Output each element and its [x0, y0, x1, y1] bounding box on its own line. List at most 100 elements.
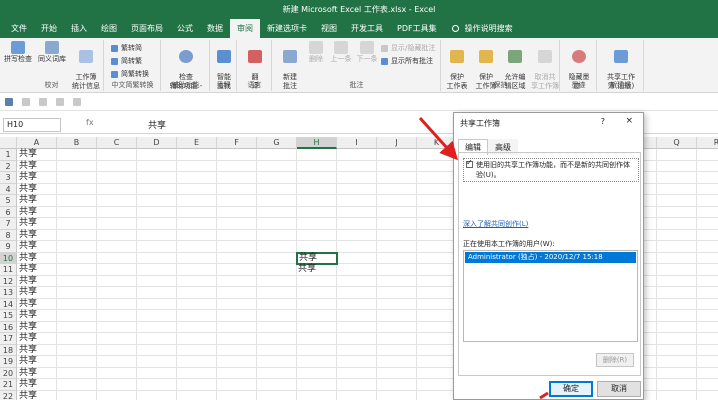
cell-a11[interactable]: 共享: [19, 264, 37, 275]
cell-a22[interactable]: 共享: [19, 391, 37, 400]
undo-icon[interactable]: [22, 97, 30, 106]
users-list[interactable]: Administrator (独占) - 2020/12/7 15:18: [463, 250, 638, 342]
tab-insert[interactable]: 插入: [64, 19, 94, 38]
row-header-11[interactable]: 11: [0, 264, 17, 276]
tab-formulas[interactable]: 公式: [170, 19, 200, 38]
convert-button[interactable]: 简繁转换: [111, 69, 149, 79]
column-header-q[interactable]: Q: [657, 137, 697, 149]
row-header-12[interactable]: 12: [0, 275, 17, 287]
ok-button[interactable]: 确定: [549, 381, 593, 397]
row-header-18[interactable]: 18: [0, 344, 17, 356]
cell-h11[interactable]: 共享: [298, 264, 316, 275]
row-header-20[interactable]: 20: [0, 367, 17, 379]
cell-a16[interactable]: 共享: [19, 322, 37, 333]
row-header-2[interactable]: 2: [0, 160, 17, 172]
tab-file[interactable]: 文件: [4, 19, 34, 38]
dialog-help-button[interactable]: ?: [601, 117, 605, 126]
row-header-14[interactable]: 14: [0, 298, 17, 310]
show-hide-comment-button[interactable]: 显示/隐藏批注: [381, 43, 435, 53]
cell-a9[interactable]: 共享: [19, 241, 37, 252]
remove-user-button[interactable]: 删除(R): [596, 353, 634, 367]
cell-a7[interactable]: 共享: [19, 218, 37, 229]
row-header-8[interactable]: 8: [0, 229, 17, 241]
cell-a8[interactable]: 共享: [19, 230, 37, 241]
insert-function-icon[interactable]: fx: [86, 118, 94, 127]
column-header-r[interactable]: R: [697, 137, 718, 149]
thesaurus-button[interactable]: 同义词库: [36, 41, 68, 64]
row-header-3[interactable]: 3: [0, 172, 17, 184]
tab-page-layout[interactable]: 页面布局: [124, 19, 170, 38]
tab-new-tab[interactable]: 新建选项卡: [260, 19, 314, 38]
cell-a17[interactable]: 共享: [19, 333, 37, 344]
row-header-10[interactable]: 10: [0, 252, 17, 264]
tab-home[interactable]: 开始: [34, 19, 64, 38]
row-header-22[interactable]: 22: [0, 390, 17, 400]
tab-view[interactable]: 视图: [314, 19, 344, 38]
cell-a18[interactable]: 共享: [19, 345, 37, 356]
save-icon[interactable]: [5, 97, 13, 106]
formula-input[interactable]: 共享: [148, 118, 166, 131]
active-cell-h10[interactable]: 共享: [296, 251, 338, 265]
row-header-16[interactable]: 16: [0, 321, 17, 333]
row-header-17[interactable]: 17: [0, 333, 17, 345]
cell-a10[interactable]: 共享: [19, 253, 37, 264]
dialog-close-button[interactable]: ×: [625, 116, 633, 126]
cell-a4[interactable]: 共享: [19, 184, 37, 195]
column-header-i[interactable]: I: [337, 137, 377, 149]
cell-a1[interactable]: 共享: [19, 149, 37, 160]
column-header-b[interactable]: B: [57, 137, 97, 149]
tab-review[interactable]: 审阅: [230, 19, 260, 38]
row-header-1[interactable]: 1: [0, 149, 17, 161]
column-header-f[interactable]: F: [217, 137, 257, 149]
tell-me-search[interactable]: 操作说明搜索: [451, 23, 513, 34]
column-header-d[interactable]: D: [137, 137, 177, 149]
cancel-button[interactable]: 取消: [597, 381, 641, 397]
name-box[interactable]: H10: [3, 118, 61, 132]
cell-a2[interactable]: 共享: [19, 161, 37, 172]
user-list-item[interactable]: Administrator (独占) - 2020/12/7 15:18: [465, 252, 636, 263]
cell-a5[interactable]: 共享: [19, 195, 37, 206]
row-header-19[interactable]: 19: [0, 356, 17, 368]
to-traditional-button[interactable]: 简转繁: [111, 56, 142, 66]
row-header-7[interactable]: 7: [0, 218, 17, 230]
column-header-c[interactable]: C: [97, 137, 137, 149]
customize-qat-icon[interactable]: [73, 97, 81, 106]
to-simplified-button[interactable]: 繁转简: [111, 43, 142, 53]
previous-comment-button[interactable]: 上一条: [329, 41, 353, 64]
delete-comment-button[interactable]: 删除: [306, 41, 326, 64]
cell-a15[interactable]: 共享: [19, 310, 37, 321]
cell-a19[interactable]: 共享: [19, 356, 37, 367]
redo-icon[interactable]: [39, 97, 47, 106]
cell-a13[interactable]: 共享: [19, 287, 37, 298]
column-header-a[interactable]: A: [17, 137, 57, 149]
tab-draw[interactable]: 绘图: [94, 19, 124, 38]
column-header-e[interactable]: E: [177, 137, 217, 149]
select-all-corner[interactable]: [0, 137, 17, 149]
cell-a12[interactable]: 共享: [19, 276, 37, 287]
row-header-4[interactable]: 4: [0, 183, 17, 195]
spelling-button[interactable]: 拼写检查: [2, 41, 34, 64]
row-header-9[interactable]: 9: [0, 241, 17, 253]
cell-a20[interactable]: 共享: [19, 368, 37, 379]
row-header-6[interactable]: 6: [0, 206, 17, 218]
next-comment-button[interactable]: 下一条: [355, 41, 379, 64]
row-header-5[interactable]: 5: [0, 195, 17, 207]
cell-a3[interactable]: 共享: [19, 172, 37, 183]
tab-pdf-tools[interactable]: PDF工具集: [390, 19, 444, 38]
column-header-k[interactable]: K: [417, 137, 457, 149]
cell-a14[interactable]: 共享: [19, 299, 37, 310]
learn-coauthoring-link[interactable]: 深入了解共同创作(L): [463, 219, 528, 229]
new-file-icon[interactable]: [56, 97, 64, 106]
column-header-g[interactable]: G: [257, 137, 297, 149]
tab-developer[interactable]: 开发工具: [344, 19, 390, 38]
column-header-h[interactable]: H: [297, 137, 337, 149]
show-all-comments-button[interactable]: 显示所有批注: [381, 56, 433, 66]
row-header-15[interactable]: 15: [0, 310, 17, 322]
row-header-21[interactable]: 21: [0, 379, 17, 391]
row-header-13[interactable]: 13: [0, 287, 17, 299]
tab-data[interactable]: 数据: [200, 19, 230, 38]
cell-a6[interactable]: 共享: [19, 207, 37, 218]
column-header-j[interactable]: J: [377, 137, 417, 149]
cell-a21[interactable]: 共享: [19, 379, 37, 390]
legacy-sharing-checkbox[interactable]: 使用旧的共享工作簿功能，而不是新的共同创作体验(U)。: [463, 158, 639, 182]
